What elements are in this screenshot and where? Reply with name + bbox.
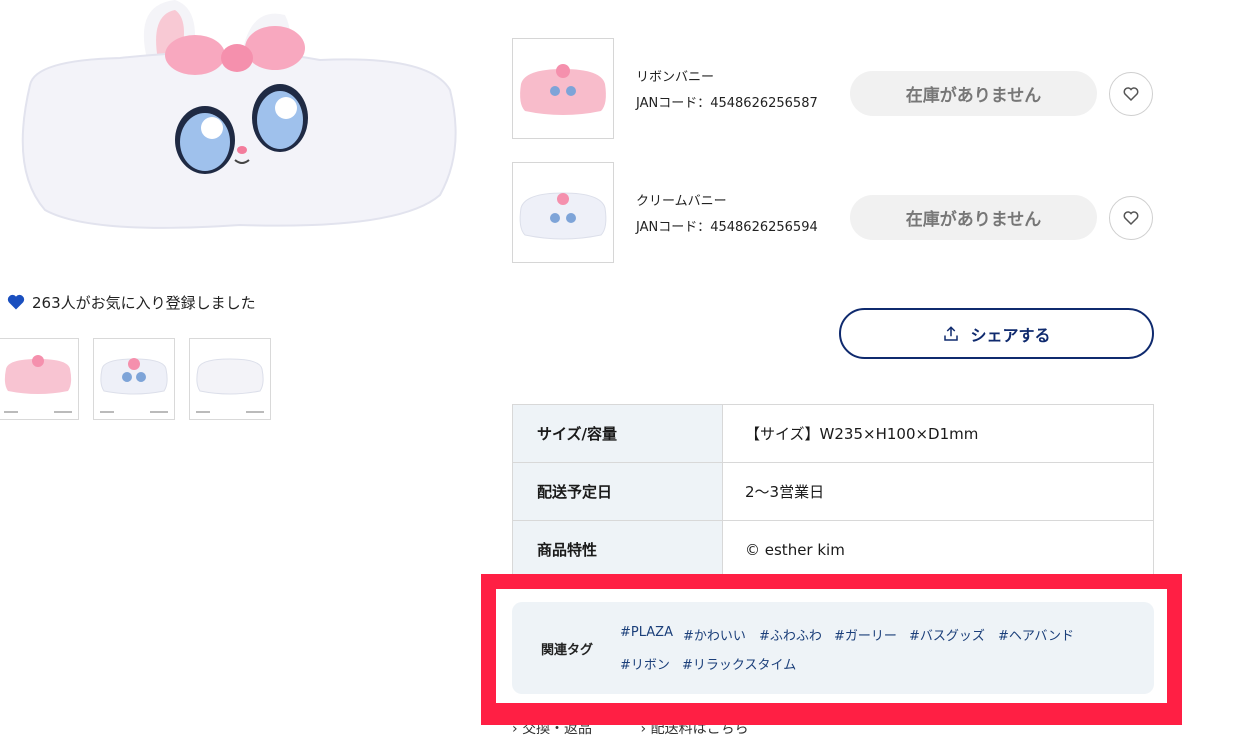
spec-key: サイズ/容量	[512, 404, 723, 463]
spec-value: 2〜3営業日	[722, 462, 1154, 521]
thumbnail-strip	[0, 338, 271, 420]
variant-row: クリームバニー JANコード：4548626256594 在庫がありません	[512, 162, 1154, 263]
thumbnail-cream-bunny[interactable]	[93, 338, 175, 420]
add-favorite-button[interactable]	[1109, 196, 1153, 240]
related-tags-label: 関連タグ	[541, 643, 594, 658]
variant-image[interactable]	[512, 162, 614, 263]
spec-value: 【サイズ】W235×H100×D1mm	[722, 404, 1154, 463]
favorite-count: 263人がお気に入り登録しました	[6, 290, 256, 314]
variant-name: クリームバニー	[636, 194, 727, 209]
spec-key: 商品特性	[512, 520, 723, 579]
tag-link[interactable]: #バスグッズ	[909, 625, 985, 644]
spec-row: 商品特性 © esther kim	[512, 520, 1154, 579]
variant-jan-code: JANコード：4548626256587	[636, 96, 818, 111]
share-upload-icon	[944, 325, 959, 341]
related-tags: 関連タグ #PLAZA #かわいい #ふわふわ #ガーリー #バスグッズ #ヘア…	[512, 602, 1154, 694]
heart-filled-icon	[7, 294, 25, 310]
spec-value: © esther kim	[722, 520, 1154, 579]
spec-key: 配送予定日	[512, 462, 723, 521]
out-of-stock-button[interactable]: 在庫がありません	[850, 71, 1097, 116]
spec-row: サイズ/容量 【サイズ】W235×H100×D1mm	[512, 404, 1154, 463]
thumbnail-ribbon-bunny[interactable]	[0, 338, 79, 420]
spec-row: 配送予定日 2〜3営業日	[512, 462, 1154, 521]
share-button[interactable]: シェアする	[839, 308, 1154, 359]
tag-link[interactable]: #ガーリー	[834, 625, 897, 644]
tag-link[interactable]: #かわいい	[683, 625, 746, 644]
favorite-count-text: 263人がお気に入り登録しました	[32, 293, 256, 312]
variant-jan-code: JANコード：4548626256594	[636, 220, 818, 235]
heart-outline-icon	[1123, 211, 1139, 226]
tag-link[interactable]: #リラックスタイム	[682, 654, 796, 673]
heart-outline-icon	[1123, 87, 1139, 102]
variant-image[interactable]	[512, 38, 614, 139]
tag-link[interactable]: #ふわふわ	[759, 625, 822, 644]
tag-link[interactable]: #PLAZA	[620, 625, 673, 640]
share-button-label: シェアする	[970, 327, 1051, 345]
add-favorite-button[interactable]	[1109, 72, 1153, 116]
variant-name: リボンバニー	[636, 70, 715, 85]
thumbnail-plain[interactable]	[189, 338, 271, 420]
spec-table: サイズ/容量 【サイズ】W235×H100×D1mm 配送予定日 2〜3営業日 …	[512, 404, 1154, 579]
product-main-image	[0, 0, 470, 245]
variant-row: リボンバニー JANコード：4548626256587 在庫がありません	[512, 38, 1154, 139]
out-of-stock-button[interactable]: 在庫がありません	[850, 195, 1097, 240]
tag-link[interactable]: #リボン	[620, 654, 670, 673]
tag-link[interactable]: #ヘアバンド	[998, 625, 1074, 644]
